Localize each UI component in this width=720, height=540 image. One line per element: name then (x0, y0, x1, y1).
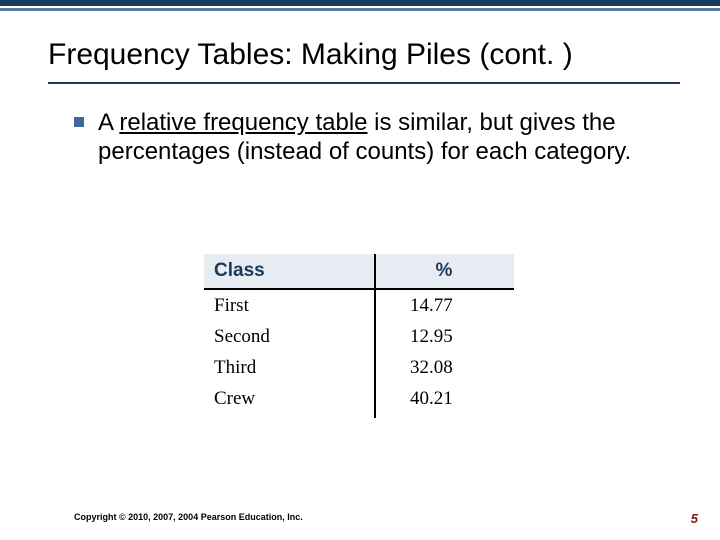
table-rows: First 14.77 Second 12.95 Third 32.08 Cre… (204, 290, 514, 414)
table-cell-percent: 32.08 (374, 357, 514, 379)
table-row: First 14.77 (204, 290, 514, 321)
slide: Frequency Tables: Making Piles (cont. ) … (0, 0, 720, 540)
bullet-underlined: relative frequency table (119, 109, 367, 136)
title-underline (48, 82, 680, 84)
top-accent-bars (0, 0, 720, 18)
table-cell-class: Crew (204, 388, 374, 410)
slide-title: Frequency Tables: Making Piles (cont. ) (48, 38, 680, 72)
bullet-prefix: A (98, 109, 119, 136)
accent-bar-light (0, 8, 720, 11)
table-cell-percent: 14.77 (374, 295, 514, 317)
table-vertical-divider (374, 254, 376, 418)
bullet-text: A relative frequency table is similar, b… (98, 108, 674, 167)
table-row: Second 12.95 (204, 321, 514, 352)
table-cell-class: Third (204, 357, 374, 379)
table-row: Third 32.08 (204, 352, 514, 383)
bullet-item: A relative frequency table is similar, b… (74, 108, 674, 167)
relative-frequency-table: Class % First 14.77 Second 12.95 Third 3… (204, 254, 514, 434)
page-number: 5 (691, 511, 698, 526)
table-header-class: Class (204, 254, 374, 288)
table-cell-percent: 12.95 (374, 326, 514, 348)
table-cell-percent: 40.21 (374, 388, 514, 410)
copyright-text: Copyright © 2010, 2007, 2004 Pearson Edu… (74, 512, 303, 522)
table-cell-class: Second (204, 326, 374, 348)
table-header: Class % (204, 254, 514, 290)
table-row: Crew 40.21 (204, 383, 514, 414)
slide-body: A relative frequency table is similar, b… (74, 108, 674, 167)
table-header-percent: % (374, 254, 514, 288)
bullet-square-icon (74, 117, 84, 127)
table-cell-class: First (204, 295, 374, 317)
